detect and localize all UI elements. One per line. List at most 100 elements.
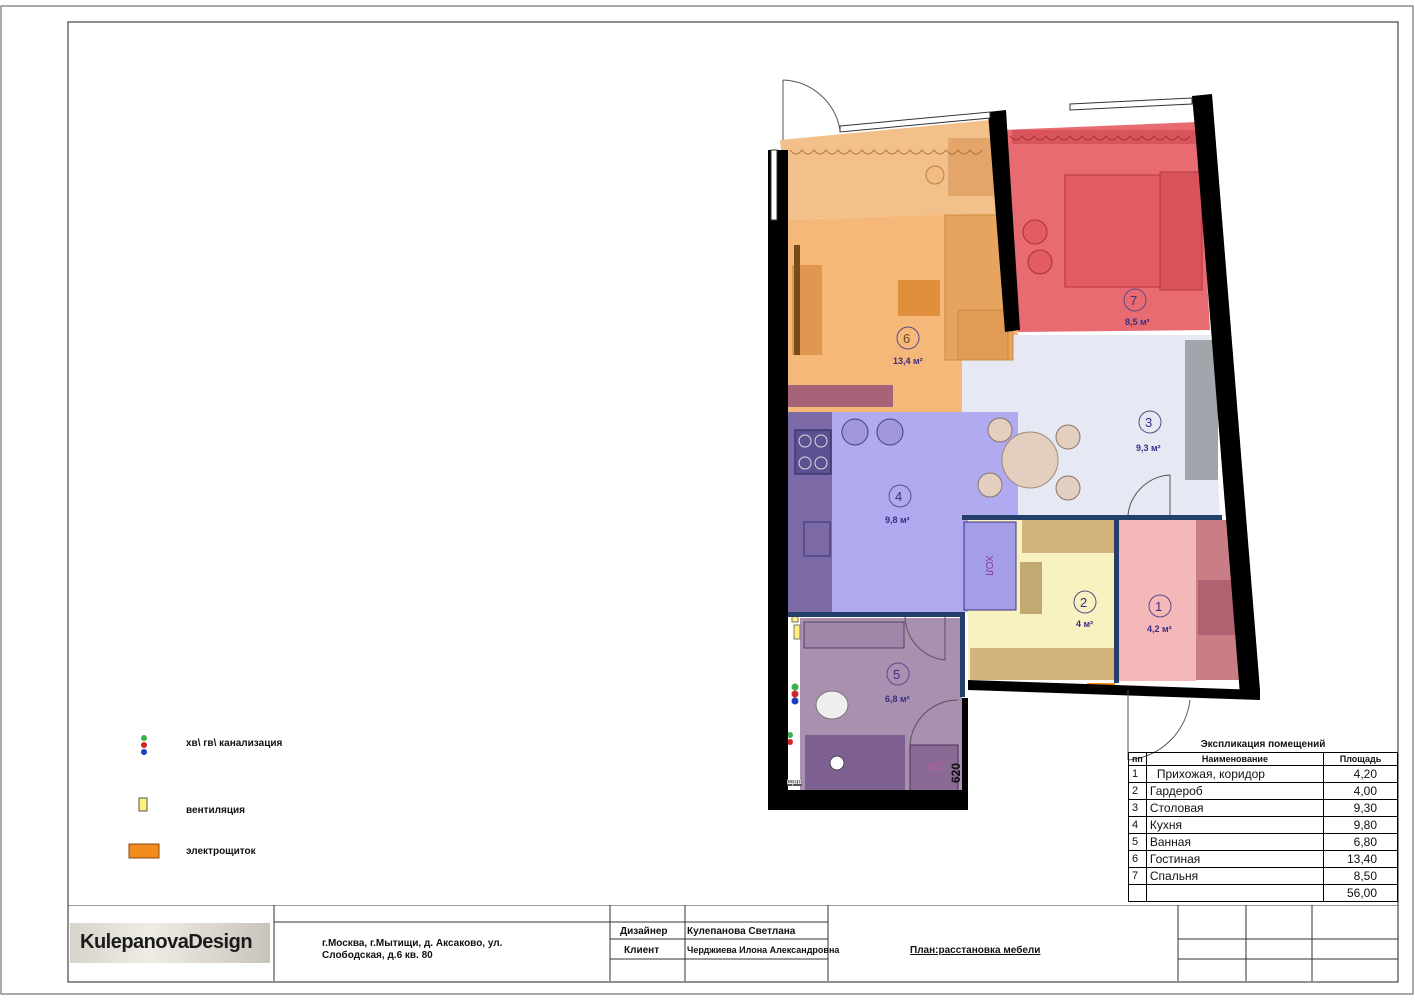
row-area: 4,00: [1323, 782, 1398, 800]
row-num: 7: [1128, 867, 1147, 885]
wardrobe-shelf-top: [1022, 520, 1114, 553]
table-row: 7 Спальня 8,50: [1128, 867, 1398, 885]
kitchen-sink: [803, 521, 831, 557]
room-6-area: 13,4 м²: [893, 356, 923, 366]
row-name: Спальня: [1145, 867, 1325, 885]
window-bedroom: [1069, 97, 1193, 111]
window-loggia-side: [770, 149, 778, 221]
room-7-number: 7: [1130, 293, 1138, 308]
explication-header-name: Наименование: [1145, 752, 1325, 766]
bedroom-chair-1: [1022, 219, 1048, 245]
door-loggia: [782, 79, 841, 140]
sofa-cushion: [957, 309, 1009, 361]
tv: [794, 245, 800, 355]
wall-outer-right-bath: [962, 698, 968, 810]
designer-label: Дизайнер: [620, 926, 668, 937]
dining-cabinet: [1185, 340, 1218, 480]
dining-chair-3: [977, 472, 1003, 498]
row-area: 8,50: [1323, 867, 1398, 885]
dining-table: [1001, 431, 1059, 489]
shower-mixer: [829, 755, 845, 771]
row-name: Столовая: [1145, 799, 1325, 817]
coffee-table: [898, 280, 940, 316]
kitchen-stool-1: [841, 418, 869, 446]
room-2-area: 4 м²: [1076, 619, 1094, 629]
pipes-icon: [141, 735, 147, 755]
row-name: Прихожая, коридор: [1145, 765, 1325, 783]
address-line-2: Слободская, д.6 кв. 80: [322, 950, 433, 961]
table-row: 6 Гостиная 13,40: [1128, 850, 1398, 868]
table-total-row: 56,00: [1128, 884, 1398, 902]
bedroom-chair-2: [1027, 249, 1053, 275]
loggia-chair: [925, 165, 945, 185]
bed-head: [1159, 171, 1203, 291]
kitchen-stool-2: [876, 418, 904, 446]
wall-hall: [1114, 515, 1119, 683]
explication-header-num: пп: [1128, 752, 1147, 766]
address-line-1: г.Москва, г.Мытищи, д. Аксаково, ул.: [322, 938, 503, 949]
wardrobe-shelf-bottom: [970, 648, 1114, 680]
wardrobe-bed: [1012, 130, 1197, 144]
row-num: 1: [1128, 765, 1147, 783]
toilet: [815, 690, 849, 720]
panel-icon: [128, 843, 160, 859]
table-row: 1 Прихожая, коридор 4,20: [1128, 765, 1398, 783]
client-name: Черджиева Илона Александровна: [687, 945, 840, 955]
total-area: 56,00: [1323, 884, 1398, 902]
explication-table: Экспликация помещений пп Наименование Пл…: [1128, 738, 1398, 902]
explication-header-row: пп Наименование Площадь: [1128, 752, 1398, 766]
shower-tiles: [805, 735, 905, 790]
legend-item-panel: электрощиток: [128, 842, 428, 862]
bath-vanity: [803, 621, 905, 649]
row-name: Гардероб: [1145, 782, 1325, 800]
shower-label: ЩВВ: [787, 780, 802, 786]
room-7-area: 8,5 м²: [1125, 317, 1150, 327]
room-3-area: 9,3 м²: [1136, 443, 1161, 453]
room-5-area: 6,8 м²: [885, 694, 910, 704]
client-label: Клиент: [624, 945, 660, 956]
wall-bath-right: [960, 612, 965, 697]
row-name: Кухня: [1145, 816, 1325, 834]
washer-label: МС: [928, 762, 944, 773]
wardrobe-bench: [1020, 562, 1042, 614]
room-6-number: 6: [903, 331, 911, 346]
wall-wardrobe: [962, 515, 1222, 520]
row-area: 9,80: [1323, 816, 1398, 834]
room-1-number: 1: [1155, 599, 1163, 614]
loggia-desk: [948, 138, 994, 196]
dining-chair-4: [1055, 475, 1081, 501]
row-area: 13,40: [1323, 850, 1398, 868]
room-1-area: 4,2 м²: [1147, 624, 1172, 634]
wall-outer-left: [768, 150, 788, 810]
legend-item-pipes: хв\ гв\ канализация: [128, 734, 428, 755]
row-num: 6: [1128, 850, 1147, 868]
legend-label-vent: вентиляция: [186, 805, 245, 816]
title-block: KulepanovaDesign г.Москва, г.Мытищи, д. …: [68, 905, 1398, 981]
dimension-label: 620: [949, 762, 964, 784]
wall-outer-bottom-bath: [768, 790, 968, 810]
explication-header-area: Площадь: [1323, 752, 1398, 766]
room-3-number: 3: [1145, 415, 1153, 430]
row-num: 2: [1128, 782, 1147, 800]
riser-hot: [791, 690, 799, 698]
table-row: 5 Ванная 6,80: [1128, 833, 1398, 851]
row-name: Ванная: [1145, 833, 1325, 851]
row-area: 4,20: [1323, 765, 1398, 783]
vent-bath: [793, 624, 801, 640]
company-logo: KulepanovaDesign: [70, 923, 270, 963]
explication-title: Экспликация помещений: [1200, 739, 1326, 750]
legend-item-vent: вентиляция: [128, 797, 428, 817]
row-num: 3: [1128, 799, 1147, 817]
sheet-title: План:расстановка мебели: [910, 945, 1041, 956]
riser-cold: [791, 683, 799, 691]
row-area: 9,30: [1323, 799, 1398, 817]
row-num: 5: [1128, 833, 1147, 851]
riser-sewer: [791, 697, 799, 705]
dining-chair-2: [1055, 424, 1081, 450]
vent-icon: [138, 797, 148, 812]
table-row: 2 Гардероб 4,00: [1128, 782, 1398, 800]
row-area: 6,80: [1323, 833, 1398, 851]
bar-counter: [788, 385, 893, 407]
legend-label-panel: электрощиток: [186, 846, 256, 857]
room-5-number: 5: [893, 667, 901, 682]
